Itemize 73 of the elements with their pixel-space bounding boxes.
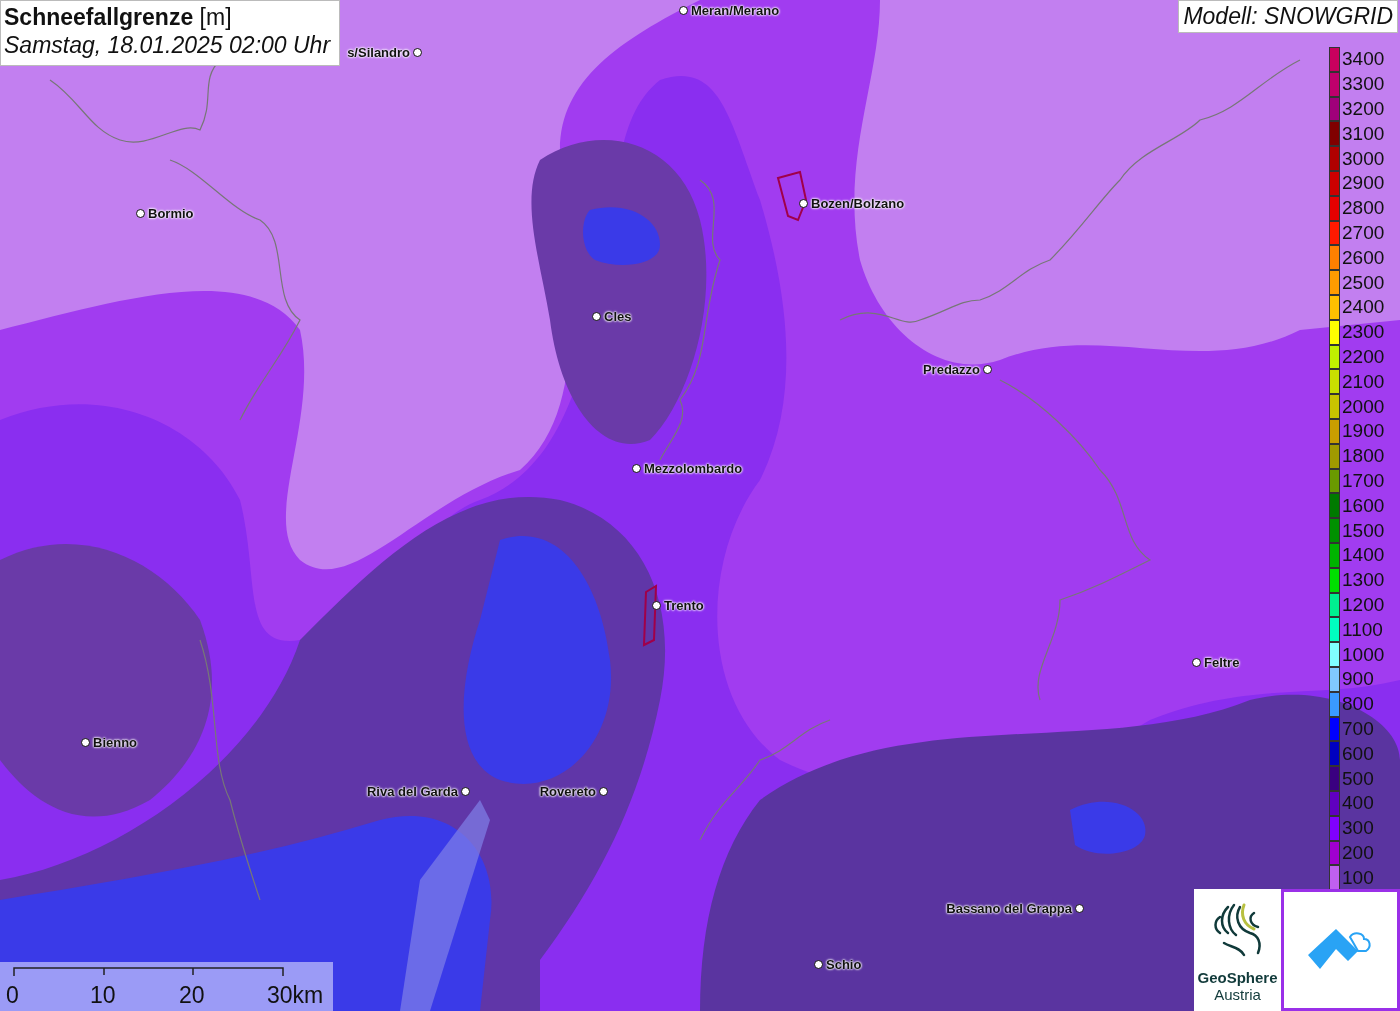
legend-label: 1200 — [1342, 592, 1385, 617]
legend-label: 500 — [1342, 766, 1374, 791]
city-marker-icon — [799, 199, 808, 208]
city-marker-icon — [136, 209, 145, 218]
map-title: Schneefallgrenze [m] — [4, 3, 233, 31]
legend-label: 600 — [1342, 741, 1374, 766]
city-marker-icon — [983, 365, 992, 374]
scale-label: 30km — [267, 982, 324, 1009]
city-label: Feltre — [1204, 655, 1240, 670]
city-marker-icon — [1075, 904, 1084, 913]
model-label: Modell: SNOWGRID — [1178, 0, 1398, 33]
city-label: Bormio — [148, 206, 194, 221]
legend-label: 2800 — [1342, 196, 1385, 221]
city-label: Cles — [604, 309, 632, 324]
legend-label: 3400 — [1342, 47, 1385, 72]
city-label: Schio — [826, 957, 862, 972]
legend-label: 1700 — [1342, 468, 1385, 493]
city-marker-icon — [679, 6, 688, 15]
legend-label: 3200 — [1342, 97, 1385, 121]
legend-label: 900 — [1342, 667, 1374, 692]
city-label: Bozen/Bolzano — [811, 196, 905, 211]
legend-label: 1300 — [1342, 568, 1385, 593]
logo-name: GeoSphere — [1197, 969, 1278, 986]
city-label: Trento — [664, 598, 704, 613]
city-label: Meran/Merano — [691, 3, 780, 18]
legend-label: 1600 — [1342, 493, 1385, 518]
legend-label: 200 — [1342, 840, 1374, 865]
legend-label: 300 — [1342, 816, 1374, 841]
legend-label: 1800 — [1342, 444, 1385, 469]
legend-label: 2900 — [1342, 171, 1385, 196]
city-marker-icon — [1192, 658, 1201, 667]
city-outline — [642, 584, 658, 647]
legend-label: 1100 — [1342, 617, 1383, 642]
city-label: Bienno — [93, 735, 138, 750]
legend-label: 2000 — [1342, 394, 1385, 419]
legend-label: 3100 — [1342, 121, 1385, 146]
city-marker-icon — [814, 960, 823, 969]
legend-label: 2200 — [1342, 344, 1385, 369]
legend-label: 1900 — [1342, 419, 1385, 444]
legend-label: 2300 — [1342, 320, 1385, 345]
legend-label: 3300 — [1342, 72, 1385, 97]
city-marker-icon — [461, 787, 470, 796]
city-label: Predazzo — [922, 362, 980, 377]
city-label: Riva del Garda — [366, 784, 458, 799]
map-datetime: Samstag, 18.01.2025 02:00 Uhr — [4, 31, 332, 59]
legend-label: 1500 — [1342, 518, 1385, 543]
city-label: Bassano del Grappa — [946, 901, 1072, 916]
legend-label: 3000 — [1342, 146, 1385, 171]
city-marker-icon — [632, 464, 641, 473]
legend-label: 700 — [1342, 716, 1374, 741]
legend-label: 2600 — [1342, 245, 1385, 270]
city-label: Rovereto — [539, 784, 596, 799]
legend-label: 1000 — [1342, 642, 1385, 667]
city-marker-icon — [592, 312, 601, 321]
legend-label: 100 — [1342, 865, 1374, 890]
city-outline — [776, 170, 808, 222]
legend-label: 1400 — [1342, 543, 1385, 568]
city-marker-icon — [81, 738, 90, 747]
legend-label: 2700 — [1342, 220, 1385, 245]
legend-label: 2500 — [1342, 270, 1385, 295]
city-marker-icon — [652, 601, 661, 610]
city-label: s/Silandro — [347, 45, 410, 60]
scale-label: 20 — [179, 982, 205, 1009]
scale-label: 10 — [90, 982, 116, 1009]
legend-label: 2100 — [1342, 369, 1385, 394]
city-marker-icon — [599, 787, 608, 796]
legend-label: 800 — [1342, 692, 1374, 717]
city-label: Mezzolombardo — [644, 461, 743, 476]
logo-subtitle: Austria — [1214, 986, 1261, 1004]
scale-label: 0 — [6, 982, 19, 1009]
city-marker-icon — [413, 48, 422, 57]
legend-label: 400 — [1342, 791, 1374, 816]
legend-label: 2400 — [1342, 295, 1385, 320]
